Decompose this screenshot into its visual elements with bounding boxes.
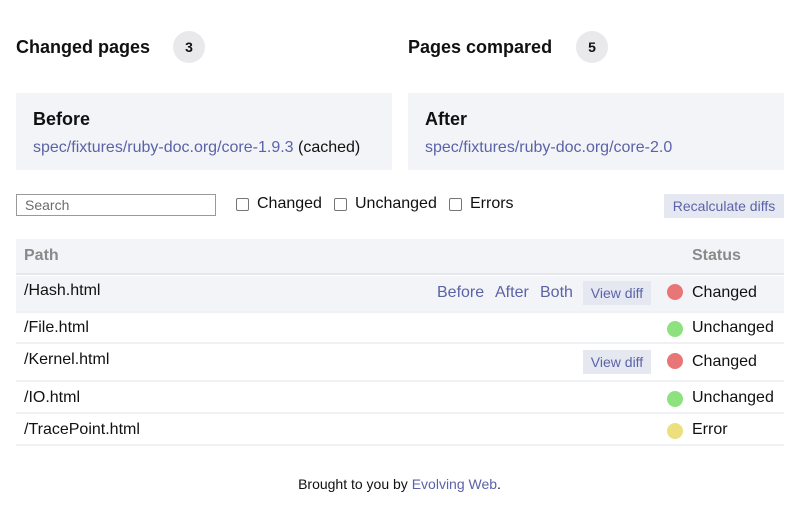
error-status-dot	[667, 423, 683, 439]
changed-pages-count: 3	[173, 31, 206, 63]
unchanged-checkbox[interactable]	[334, 197, 347, 211]
filter-unchanged[interactable]: Unchanged	[334, 195, 437, 213]
table-header: Path Status	[16, 239, 784, 275]
filter-changed[interactable]: Changed	[236, 195, 322, 213]
after-card: After spec/fixtures/ruby-doc.org/core-2.…	[408, 93, 784, 170]
unchanged-status-dot	[667, 321, 683, 337]
filter-unchanged-label: Unchanged	[355, 195, 437, 212]
before-body: spec/fixtures/ruby-doc.org/core-1.9.3 (c…	[33, 138, 375, 158]
path-column-header: Path	[24, 247, 59, 264]
row-status: Unchanged	[692, 389, 774, 406]
filter-errors-label: Errors	[470, 195, 514, 212]
row-status: Changed	[692, 284, 757, 301]
changed-pages-stat: Changed pages 3	[16, 31, 206, 63]
errors-checkbox[interactable]	[449, 197, 462, 211]
table-row[interactable]: /TracePoint.html Error	[16, 414, 784, 446]
footer-suffix: .	[497, 476, 501, 492]
row-status: Error	[692, 421, 728, 438]
row-status: Unchanged	[692, 319, 774, 336]
before-path-link[interactable]: spec/fixtures/ruby-doc.org/core-1.9.3	[33, 139, 294, 156]
table-row[interactable]: /Kernel.html View diff Changed	[16, 344, 784, 382]
pages-compared-count: 5	[576, 31, 609, 63]
row-path: /IO.html	[24, 389, 81, 406]
pages-compared-label: Pages compared	[408, 36, 553, 57]
table-row[interactable]: /Hash.html Before After Both View diff C…	[16, 276, 784, 313]
before-title: Before	[33, 109, 91, 129]
row-path: /File.html	[24, 319, 89, 336]
row-status: Changed	[692, 353, 757, 370]
evolving-web-link[interactable]: Evolving Web	[412, 476, 497, 492]
changed-status-dot	[667, 284, 683, 300]
footer: Brought to you by Evolving Web.	[0, 476, 799, 492]
row-path: /TracePoint.html	[24, 421, 140, 438]
before-card: Before spec/fixtures/ruby-doc.org/core-1…	[16, 93, 392, 170]
after-body: spec/fixtures/ruby-doc.org/core-2.0	[425, 138, 767, 158]
footer-prefix: Brought to you by	[298, 476, 412, 492]
search-input[interactable]	[16, 194, 216, 216]
unchanged-status-dot	[667, 391, 683, 407]
both-link[interactable]: Both	[540, 284, 573, 302]
table-row[interactable]: /IO.html Unchanged	[16, 382, 784, 414]
changed-status-dot	[667, 353, 683, 369]
pages-compared-stat: Pages compared 5	[408, 31, 609, 63]
after-title: After	[425, 109, 468, 129]
view-diff-button[interactable]: View diff	[583, 281, 651, 305]
table-row[interactable]: /File.html Unchanged	[16, 313, 784, 344]
before-link[interactable]: Before	[437, 284, 484, 302]
recalculate-diffs-button[interactable]: Recalculate diffs	[664, 194, 784, 218]
row-path: /Kernel.html	[24, 351, 110, 368]
changed-checkbox[interactable]	[236, 197, 249, 211]
status-column-header: Status	[692, 247, 741, 264]
after-path-link[interactable]: spec/fixtures/ruby-doc.org/core-2.0	[425, 139, 672, 156]
before-cached-note: (cached)	[293, 139, 361, 156]
after-link[interactable]: After	[495, 284, 529, 302]
changed-pages-label: Changed pages	[16, 36, 151, 57]
filter-errors[interactable]: Errors	[449, 195, 514, 213]
view-diff-button[interactable]: View diff	[583, 350, 651, 374]
row-path: /Hash.html	[24, 282, 101, 299]
filter-changed-label: Changed	[257, 195, 322, 212]
